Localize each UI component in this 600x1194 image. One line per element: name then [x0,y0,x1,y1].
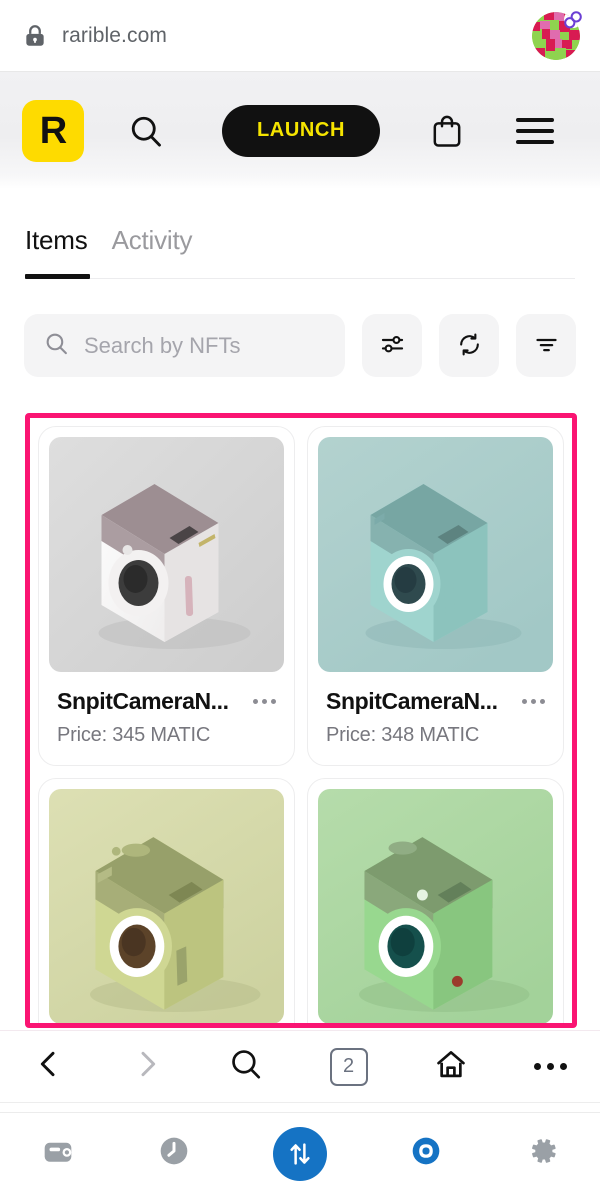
gear-settings-icon [525,1134,559,1173]
nft-card[interactable]: SnpitCameraN... Price: 345 MATIC [38,426,295,766]
search-icon [229,1047,263,1086]
filter-button[interactable] [516,314,576,377]
logo-letter: R [39,109,67,152]
history-tab[interactable] [157,1134,191,1173]
settings-tab[interactable] [525,1134,559,1173]
search-icon [44,331,69,361]
nft-thumbnail[interactable] [49,789,284,1023]
shopping-bag-icon[interactable] [430,113,464,149]
swap-arrows-icon[interactable] [273,1126,327,1181]
search-icon[interactable] [128,113,164,149]
sliders-filter-icon [379,331,406,361]
tab-items[interactable]: Items [25,225,88,278]
browser-back-button[interactable] [33,1048,65,1085]
more-horizontal-icon [533,1063,567,1070]
nft-card[interactable] [38,778,295,1023]
wallet-tab[interactable] [41,1134,75,1173]
tabs-divider [25,278,575,279]
launch-button-label: LAUNCH [256,119,346,141]
url-text: rarible.com [62,23,167,47]
search-filter-row [0,314,600,377]
search-input[interactable] [84,332,325,359]
wallet-icon [41,1134,75,1173]
nft-thumbnail[interactable] [318,437,553,672]
tab-items-label: Items [25,225,88,255]
active-tab-indicator [25,274,90,279]
nft-title: SnpitCameraN... [326,688,498,714]
browser-forward-button[interactable] [131,1048,163,1085]
nft-card[interactable]: SnpitCameraN... Price: 348 MATIC [307,426,564,766]
clock-history-icon [157,1134,191,1173]
site-header: R LAUNCH [0,72,600,189]
browser-home-button[interactable] [434,1047,468,1086]
chevron-left-icon [33,1048,65,1085]
refresh-button[interactable] [439,314,499,377]
infinity-badge-icon [562,9,584,31]
nft-price: Price: 348 MATIC [326,724,480,746]
chevron-right-icon [131,1048,163,1085]
launch-button[interactable]: LAUNCH [222,104,380,157]
app-bottom-bar [0,1112,600,1194]
refresh-sync-icon [456,331,483,361]
more-options-icon[interactable] [514,699,545,704]
nft-thumbnail[interactable] [49,437,284,672]
highlighted-nft-grid-region: SnpitCameraN... Price: 345 MATIC SnpitCa… [25,413,577,1028]
avatar[interactable] [532,10,582,60]
nft-card[interactable] [307,778,564,1023]
browser-search-button[interactable] [229,1047,263,1086]
browser-tab-switcher[interactable]: 2 [329,1047,368,1086]
browser-bottom-nav: 2 [0,1030,600,1102]
nft-price: Price: 345 MATIC [57,724,211,746]
nft-grid: SnpitCameraN... Price: 345 MATIC SnpitCa… [38,426,564,1023]
tab-count-badge: 2 [329,1047,368,1086]
app-bar-divider [0,1102,600,1103]
swap-tab[interactable] [273,1126,327,1181]
hamburger-menu-icon[interactable] [516,117,554,144]
search-box[interactable] [24,314,345,377]
more-options-icon[interactable] [245,699,276,704]
home-icon [434,1047,468,1086]
nft-thumbnail[interactable] [318,789,553,1023]
filter-lines-icon [533,331,560,361]
content-tabs: Items Activity [0,225,600,279]
tab-activity[interactable]: Activity [112,225,193,278]
sliders-filter-button[interactable] [362,314,422,377]
tab-activity-label: Activity [111,225,193,255]
browser-url-bar[interactable]: rarible.com [0,0,600,72]
nft-title: SnpitCameraN... [57,688,229,714]
lock-icon [22,23,48,49]
browser-more-button[interactable] [533,1063,567,1070]
rarible-logo[interactable]: R [22,99,84,162]
compass-browser-icon [409,1134,443,1173]
browser-tab[interactable] [409,1134,443,1173]
